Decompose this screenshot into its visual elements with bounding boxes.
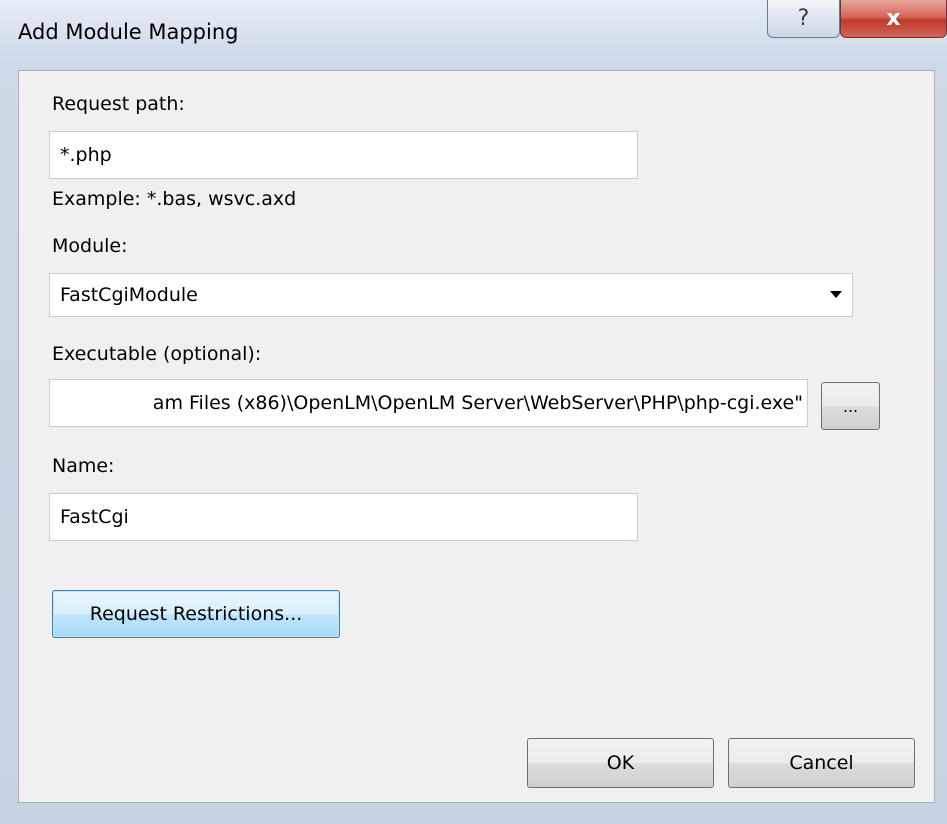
browse-button-label: ...	[842, 396, 859, 416]
module-selected-value: FastCgiModule	[60, 284, 198, 306]
request-path-value: *.php	[60, 144, 112, 166]
title-bar: Add Module Mapping ? x	[0, 0, 947, 70]
cancel-button[interactable]: Cancel	[728, 738, 915, 788]
executable-label: Executable (optional):	[52, 343, 262, 365]
name-label: Name:	[52, 455, 115, 477]
close-button[interactable]: x	[840, 0, 947, 38]
dialog-body: Request path: *.php Example: *.bas, wsvc…	[18, 70, 935, 803]
request-path-input[interactable]: *.php	[49, 131, 638, 179]
browse-button[interactable]: ...	[821, 382, 880, 430]
name-input[interactable]: FastCgi	[49, 493, 638, 541]
name-value: FastCgi	[60, 506, 129, 528]
ok-button-label: OK	[606, 752, 635, 774]
help-button[interactable]: ?	[767, 0, 840, 38]
request-restrictions-button[interactable]: Request Restrictions...	[52, 590, 340, 638]
close-icon: x	[886, 6, 901, 31]
chevron-down-icon	[830, 291, 842, 298]
help-icon: ?	[797, 6, 810, 31]
module-label: Module:	[52, 235, 128, 257]
request-path-example: Example: *.bas, wsvc.axd	[52, 188, 297, 210]
request-restrictions-label: Request Restrictions...	[89, 603, 303, 625]
ok-button[interactable]: OK	[527, 738, 714, 788]
module-select[interactable]: FastCgiModule	[49, 273, 853, 317]
add-module-mapping-dialog: Add Module Mapping ? x Request path: *.p…	[0, 0, 947, 824]
executable-input[interactable]: am Files (x86)\OpenLM\OpenLM Server\WebS…	[49, 379, 808, 427]
dialog-title: Add Module Mapping	[18, 20, 239, 44]
request-path-label: Request path:	[52, 93, 185, 115]
executable-value: am Files (x86)\OpenLM\OpenLM Server\WebS…	[152, 392, 803, 414]
cancel-button-label: Cancel	[789, 752, 854, 774]
